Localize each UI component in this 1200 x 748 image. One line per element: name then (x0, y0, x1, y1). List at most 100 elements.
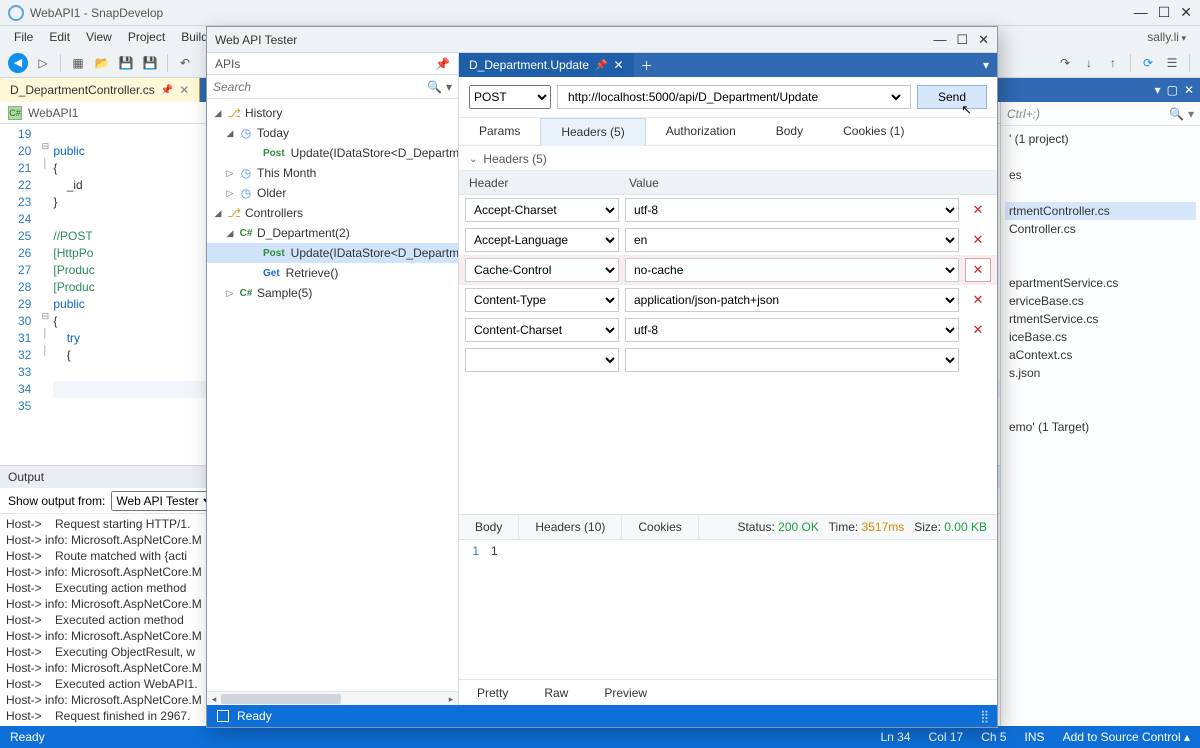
tab-cookies[interactable]: Cookies (1) (823, 118, 924, 145)
delete-header-button[interactable]: ✕ (965, 318, 991, 342)
header-name-select[interactable]: Content-Charset (465, 318, 619, 342)
nav-back-button[interactable]: ◀ (8, 53, 28, 73)
tree-department[interactable]: ◢C#D_Department(2) (207, 223, 458, 243)
view-pretty[interactable]: Pretty (459, 686, 526, 700)
tree-older[interactable]: ▷◷Older (207, 183, 458, 203)
solution-item[interactable] (1005, 256, 1196, 274)
apis-tree[interactable]: ◢⎇History ◢◷Today PostUpdate(IDataStore<… (207, 99, 458, 691)
solution-item[interactable] (1005, 184, 1196, 202)
document-tab[interactable]: D_DepartmentController.cs 📌 ✕ (0, 78, 200, 102)
tab-params[interactable]: Params (459, 118, 540, 145)
tester-maximize-button[interactable]: ☐ (956, 32, 968, 48)
header-name-select[interactable]: Accept-Charset (465, 198, 619, 222)
tester-close-button[interactable]: ✕ (978, 32, 989, 48)
solution-item[interactable]: epartmentService.cs (1005, 274, 1196, 292)
save-icon[interactable]: 💾 (117, 54, 135, 72)
scroll-thumb[interactable] (221, 694, 341, 704)
header-value-select[interactable]: no-cache (625, 258, 959, 282)
solution-item[interactable] (1005, 238, 1196, 256)
tab-overflow-icon[interactable]: ▾ (1155, 83, 1161, 97)
tab-overflow-icon[interactable]: ▾ (975, 53, 997, 77)
view-preview[interactable]: Preview (586, 686, 665, 700)
tree-today-item[interactable]: PostUpdate(IDataStore<D_Departme (207, 143, 458, 163)
apis-search[interactable]: 🔍 ▾ (207, 75, 458, 99)
request-tab[interactable]: D_Department.Update 📌 ✕ (459, 53, 634, 77)
solution-item[interactable]: rtmentService.cs (1005, 310, 1196, 328)
tree-department-update[interactable]: PostUpdate(IDataStore<D_Departme (207, 243, 458, 263)
delete-header-button[interactable]: ✕ (965, 288, 991, 312)
panel-close-icon[interactable]: ✕ (1184, 83, 1194, 97)
menu-file[interactable]: File (8, 28, 39, 46)
header-value-select[interactable]: utf-8 (625, 318, 959, 342)
resp-tab-body[interactable]: Body (459, 515, 519, 539)
solution-item[interactable]: iceBase.cs (1005, 328, 1196, 346)
solution-search[interactable]: Ctrl+;) 🔍 ▾ (1001, 102, 1200, 126)
delete-header-button[interactable]: ✕ (965, 258, 991, 282)
solution-item[interactable]: emo' (1 Target) (1005, 418, 1196, 436)
list-icon[interactable]: ☰ (1163, 54, 1181, 72)
send-button[interactable]: Send ↖ (917, 85, 987, 109)
url-select[interactable]: http://localhost:5000/api/D_Department/U… (564, 85, 904, 109)
solution-item[interactable]: Controller.cs (1005, 220, 1196, 238)
solution-item[interactable]: rtmentController.cs (1005, 202, 1196, 220)
solution-item[interactable] (1005, 148, 1196, 166)
tester-titlebar[interactable]: Web API Tester — ☐ ✕ (207, 27, 997, 53)
header-value-select[interactable] (625, 348, 959, 372)
output-source-select[interactable]: Web API Tester (111, 491, 217, 511)
chevron-down-icon[interactable]: ▾ (1188, 107, 1194, 121)
step-into-icon[interactable]: ↓ (1080, 54, 1098, 72)
headers-section-toggle[interactable]: ⌄ Headers (5) (459, 146, 997, 171)
tab-body[interactable]: Body (756, 118, 823, 145)
refresh-icon[interactable]: ⟳ (1139, 54, 1157, 72)
menu-project[interactable]: Project (122, 28, 171, 46)
solution-item[interactable] (1005, 382, 1196, 400)
solution-item[interactable]: ' (1 project) (1005, 130, 1196, 148)
menu-edit[interactable]: Edit (43, 28, 76, 46)
apis-horizontal-scrollbar[interactable]: ◂ ▸ (207, 691, 458, 705)
header-name-select[interactable]: Accept-Language (465, 228, 619, 252)
pin-icon[interactable]: 📌 (161, 85, 173, 96)
solution-item[interactable]: erviceBase.cs (1005, 292, 1196, 310)
solution-item[interactable]: es (1005, 166, 1196, 184)
apis-search-input[interactable] (213, 80, 427, 94)
header-value-select[interactable]: utf-8 (625, 198, 959, 222)
step-out-icon[interactable]: ↑ (1104, 54, 1122, 72)
panel-maximize-icon[interactable]: ▢ (1167, 83, 1178, 97)
tree-sample[interactable]: ▷C#Sample(5) (207, 283, 458, 303)
response-body[interactable]: 1 1 (459, 540, 997, 679)
header-value-select[interactable]: en (625, 228, 959, 252)
tree-today[interactable]: ◢◷Today (207, 123, 458, 143)
step-over-icon[interactable]: ↷ (1056, 54, 1074, 72)
close-button[interactable]: ✕ (1180, 4, 1192, 21)
add-tab-button[interactable]: ＋ (634, 53, 660, 77)
add-to-source-control-button[interactable]: Add to Source Control ▴ (1063, 730, 1190, 744)
close-tab-icon[interactable]: ✕ (179, 83, 189, 97)
header-value-select[interactable]: application/json-patch+json (625, 288, 959, 312)
http-method-select[interactable]: POST (469, 85, 551, 109)
user-menu[interactable]: sally.li (1147, 30, 1192, 44)
pin-icon[interactable]: 📌 (435, 57, 450, 71)
resize-grip-icon[interactable]: ⣿ (980, 709, 987, 723)
resp-tab-cookies[interactable]: Cookies (622, 515, 698, 539)
scroll-left-icon[interactable]: ◂ (207, 692, 221, 706)
header-name-select[interactable]: Cache-Control (465, 258, 619, 282)
save-all-icon[interactable]: 💾 (141, 54, 159, 72)
delete-header-button[interactable]: ✕ (965, 228, 991, 252)
solution-item[interactable]: s.json (1005, 364, 1196, 382)
nav-forward-button[interactable]: ▷ (34, 54, 52, 72)
resp-tab-headers[interactable]: Headers (10) (519, 515, 622, 539)
view-raw[interactable]: Raw (526, 686, 586, 700)
solution-item[interactable] (1005, 400, 1196, 418)
delete-header-button[interactable]: ✕ (965, 198, 991, 222)
tree-this-month[interactable]: ▷◷This Month (207, 163, 458, 183)
tree-controllers[interactable]: ◢⎇Controllers (207, 203, 458, 223)
scroll-right-icon[interactable]: ▸ (444, 692, 458, 706)
tree-history[interactable]: ◢⎇History (207, 103, 458, 123)
new-item-icon[interactable]: ▦ (69, 54, 87, 72)
maximize-button[interactable]: ☐ (1158, 4, 1171, 21)
tester-minimize-button[interactable]: — (933, 32, 946, 47)
tab-headers[interactable]: Headers (5) (540, 118, 645, 146)
header-name-select[interactable] (465, 348, 619, 372)
tab-authorization[interactable]: Authorization (646, 118, 756, 145)
close-tab-icon[interactable]: ✕ (614, 58, 624, 72)
